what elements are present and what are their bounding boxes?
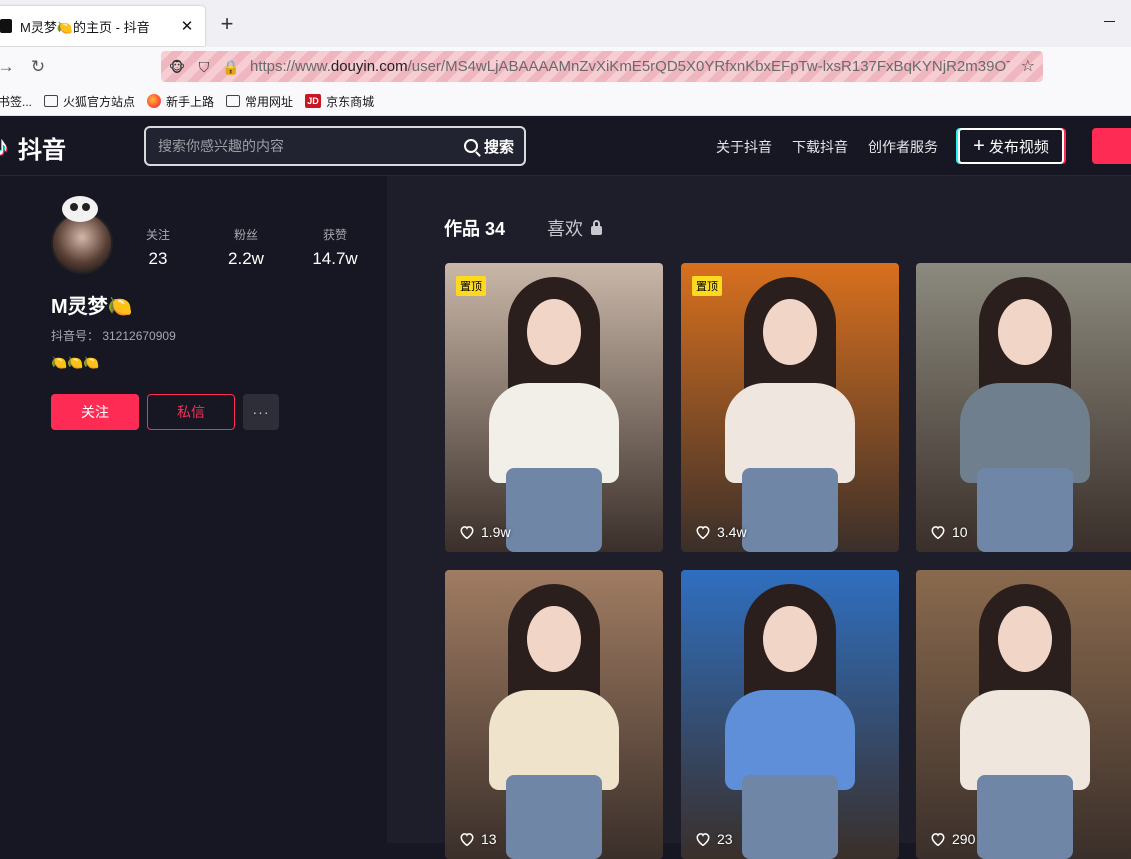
close-tab-icon[interactable]: ✕	[175, 17, 199, 35]
extension-monkey-icon[interactable]: 🐵	[166, 56, 188, 78]
video-card[interactable]: 23	[681, 570, 899, 859]
bookmark-item[interactable]: 火狐官方站点	[44, 93, 135, 110]
lock-icon	[591, 219, 602, 235]
reload-icon[interactable]: ↻	[26, 55, 50, 79]
back-arrow-icon[interactable]: →	[0, 55, 18, 79]
stat-following[interactable]: 关注 23	[118, 226, 198, 269]
video-card[interactable]: 290	[916, 570, 1131, 859]
browser-nav-bar: → ↻ 🐵 ⛉ 🔒 https://www.douyin.com/user/MS…	[0, 47, 1131, 87]
video-card[interactable]: 10	[916, 263, 1131, 552]
publish-video-button[interactable]: + 发布视频	[958, 128, 1064, 164]
url-text[interactable]: https://www.douyin.com/user/MS4wLjABAAAA…	[250, 58, 1010, 75]
profile-sidebar	[0, 176, 387, 843]
video-like-count: 3.4w	[695, 524, 747, 540]
heart-icon	[460, 833, 474, 846]
about-douyin-link[interactable]: 关于抖音	[716, 137, 772, 157]
heart-icon	[460, 526, 474, 539]
new-tab-button[interactable]: +	[216, 13, 238, 35]
panda-avatar-frame-icon	[62, 196, 98, 222]
search-button[interactable]: 搜索	[463, 136, 524, 157]
download-douyin-link[interactable]: 下载抖音	[792, 137, 848, 157]
video-thumbnail-face	[763, 606, 817, 672]
folder-icon	[226, 95, 241, 107]
video-like-count: 13	[459, 831, 497, 847]
video-like-count: 23	[695, 831, 733, 847]
site-header: 抖音 搜索 关于抖音 下载抖音 创作者服务 + 发布视频	[0, 116, 1131, 176]
video-thumbnail-face	[998, 299, 1052, 365]
jd-logo-icon: JD	[305, 94, 322, 108]
video-like-count: 10	[930, 524, 968, 540]
folder-icon	[44, 95, 59, 107]
search-icon	[463, 139, 478, 153]
bookmark-star-icon[interactable]: ☆	[1021, 56, 1035, 76]
address-bar[interactable]: 🐵 ⛉ 🔒 https://www.douyin.com/user/MS4wLj…	[161, 51, 1043, 82]
stat-likes: 获赞 14.7w	[312, 228, 358, 268]
plus-icon: +	[973, 135, 985, 157]
video-card[interactable]: 置顶 3.4w	[681, 263, 899, 552]
stat-followers[interactable]: 粉丝 2.2w	[206, 226, 286, 269]
douyin-logo[interactable]: 抖音	[0, 130, 66, 165]
search-box: 搜索	[144, 126, 526, 166]
profile-nickname: M灵梦🍋	[51, 296, 133, 318]
tab-title: M灵梦🍋的主页 - 抖音	[20, 19, 150, 35]
creator-service-link[interactable]: 创作者服务	[868, 137, 938, 157]
video-thumbnail-jeans	[977, 468, 1073, 552]
bookmark-item[interactable]: 书签...	[0, 93, 32, 110]
heart-icon	[696, 526, 710, 539]
message-button[interactable]: 私信	[147, 394, 235, 430]
heart-icon	[931, 526, 945, 539]
douyin-id: 抖音号： 31212670909	[51, 329, 176, 343]
lock-icon[interactable]: 🔒	[220, 56, 242, 78]
minimize-window-button[interactable]	[1104, 12, 1118, 26]
video-thumbnail-jeans	[742, 775, 838, 859]
video-thumbnail-jeans	[742, 468, 838, 552]
pinned-badge: 置顶	[692, 276, 722, 296]
tab-works[interactable]: 作品 34	[444, 215, 505, 241]
video-card[interactable]: 置顶 1.9w	[445, 263, 663, 552]
video-thumbnail-face	[998, 606, 1052, 672]
profile-bio: 🍋🍋🍋	[51, 355, 100, 370]
follow-button[interactable]: 关注	[51, 394, 139, 430]
bookmarks-bar: 书签... 火狐官方站点 新手上路 常用网址 JD 京东商城	[0, 87, 1131, 116]
tab-likes[interactable]: 喜欢	[547, 215, 602, 241]
bookmark-item[interactable]: JD 京东商城	[305, 93, 374, 110]
browser-tab[interactable]: M灵梦🍋的主页 - 抖音 ✕	[0, 6, 205, 46]
shield-icon[interactable]: ⛉	[193, 56, 215, 78]
douyin-favicon-icon	[0, 19, 12, 33]
browser-tab-bar: M灵梦🍋的主页 - 抖音 ✕ +	[0, 0, 1131, 47]
login-button[interactable]	[1092, 128, 1131, 164]
video-card[interactable]: 13	[445, 570, 663, 859]
video-like-count: 290	[930, 831, 975, 847]
video-thumbnail-jeans	[506, 775, 602, 859]
heart-icon	[696, 833, 710, 846]
douyin-note-icon	[0, 131, 12, 162]
heart-icon	[931, 833, 945, 846]
video-thumbnail-jeans	[977, 775, 1073, 859]
more-options-button[interactable]: ···	[243, 394, 279, 430]
video-like-count: 1.9w	[459, 524, 511, 540]
search-input[interactable]	[146, 138, 464, 154]
firefox-icon	[147, 94, 162, 108]
video-thumbnail-face	[527, 299, 581, 365]
pinned-badge: 置顶	[456, 276, 486, 296]
video-thumbnail-face	[763, 299, 817, 365]
video-thumbnail-face	[527, 606, 581, 672]
video-thumbnail-jeans	[506, 468, 602, 552]
bookmark-item[interactable]: 常用网址	[226, 93, 293, 110]
bookmark-item[interactable]: 新手上路	[147, 93, 214, 110]
